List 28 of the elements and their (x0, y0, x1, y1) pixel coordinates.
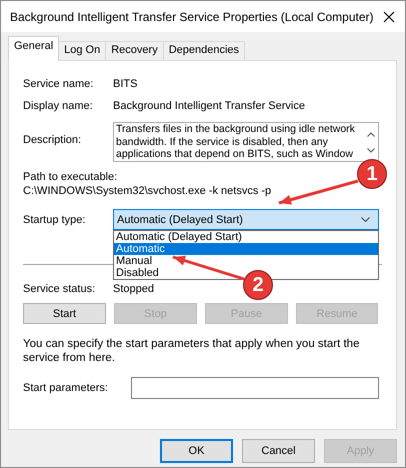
startup-type-dropdown[interactable]: Automatic (Delayed Start) (113, 209, 379, 230)
scroll-up-icon[interactable] (367, 132, 375, 136)
dialog-button[interactable]: OK (160, 439, 233, 463)
field-label: Display name: (23, 100, 94, 112)
service-button[interactable]: Start (23, 303, 106, 324)
field-label: Description: (23, 134, 82, 146)
close-icon[interactable] (383, 10, 395, 22)
field-value: Background Intelligent Transfer Service (113, 100, 305, 112)
field-label: Path to executable: (23, 171, 118, 183)
field-value: BITS (113, 78, 138, 90)
start-parameters-field[interactable] (131, 377, 379, 399)
description-box[interactable]: Transfers files in the background using idle network bandwidth. If the service is disabled, then any applications that depend on BITS, such as Window (113, 122, 379, 162)
field-label: Service status: (23, 283, 96, 295)
window-title: Background Intelligent Transfer Service Properties (Local Computer) (10, 10, 374, 24)
tab[interactable]: Dependencies (162, 41, 246, 61)
help-text: You can specify the start parameters that apply when you start the service from here. (23, 337, 360, 365)
path-value: C:\WINDOWS\System32\svchost.exe -k netsvcs -p (23, 185, 272, 197)
dialog-button[interactable]: Cancel (242, 439, 315, 463)
field-label: Service name: (23, 78, 94, 90)
dropdown-option[interactable]: Automatic (Delayed Start) (114, 231, 378, 243)
chevron-down-icon (361, 217, 370, 222)
scroll-down-icon[interactable] (367, 148, 375, 152)
tab[interactable]: General (8, 36, 60, 61)
field-label: Start parameters: (23, 382, 109, 394)
status-value: Stopped (113, 283, 154, 295)
dropdown-option[interactable]: Manual (114, 255, 378, 267)
dropdown-option[interactable]: Automatic (114, 243, 378, 255)
field-label: Startup type: (23, 214, 86, 226)
